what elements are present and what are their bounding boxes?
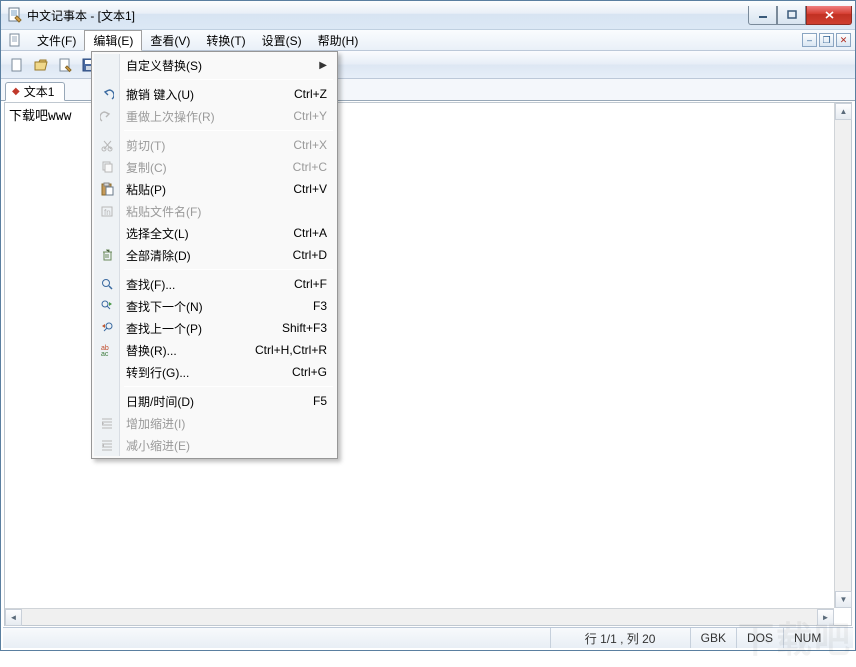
menu-copy: 复制(C) Ctrl+C [94, 156, 335, 178]
app-icon [7, 7, 23, 23]
status-encoding: GBK [690, 628, 736, 648]
mdi-restore[interactable]: ❐ [819, 33, 834, 47]
menubar: 文件(F) 编辑(E) 查看(V) 转换(T) 设置(S) 帮助(H) ‒ ❐ … [1, 30, 855, 51]
menu-indent: 增加缩进(I) [94, 412, 335, 434]
scroll-right-icon[interactable]: ► [817, 609, 834, 626]
svg-text:fn: fn [104, 208, 111, 217]
menu-separator [124, 130, 333, 131]
close-button[interactable] [806, 6, 852, 25]
new-file-icon[interactable] [5, 54, 28, 76]
menu-find-next[interactable]: 查找下一个(N) F3 [94, 295, 335, 317]
menu-select-all[interactable]: 选择全文(L) Ctrl+A [94, 222, 335, 244]
menu-paste[interactable]: 粘贴(P) Ctrl+V [94, 178, 335, 200]
menu-clear-all[interactable]: 全部清除(D) Ctrl+D [94, 244, 335, 266]
tab-label: 文本1 [24, 83, 55, 100]
menu-separator [124, 79, 333, 80]
find-prev-icon [98, 319, 116, 337]
menu-outdent: 减小缩进(E) [94, 434, 335, 456]
menu-file[interactable]: 文件(F) [29, 30, 84, 50]
window-title: 中文记事本 - [文本1] [27, 7, 748, 24]
find-icon [98, 275, 116, 293]
menu-settings[interactable]: 设置(S) [254, 30, 310, 50]
menu-replace[interactable]: abac 替换(R)... Ctrl+H,Ctrl+R [94, 339, 335, 361]
vertical-scrollbar[interactable]: ▲ ▼ [834, 103, 851, 608]
mdi-close[interactable]: ✕ [836, 33, 851, 47]
menu-convert[interactable]: 转换(T) [198, 30, 253, 50]
outdent-icon [98, 436, 116, 454]
status-numlock: NUM [783, 628, 853, 648]
submenu-arrow-icon: ▶ [319, 60, 327, 71]
scroll-up-icon[interactable]: ▲ [835, 103, 852, 120]
menu-datetime[interactable]: 日期/时间(D) F5 [94, 390, 335, 412]
menu-separator [124, 386, 333, 387]
menu-cut: 剪切(T) Ctrl+X [94, 134, 335, 156]
open-file-icon[interactable] [29, 54, 52, 76]
menu-custom-replace[interactable]: 自定义替换(S) ▶ [94, 54, 335, 76]
doc-icon [7, 32, 23, 48]
redo-icon [98, 107, 116, 125]
menu-help[interactable]: 帮助(H) [310, 30, 367, 50]
paste-filename-icon: fn [98, 202, 116, 220]
clear-icon [98, 246, 116, 264]
menu-find[interactable]: 查找(F)... Ctrl+F [94, 273, 335, 295]
replace-icon: abac [98, 341, 116, 359]
status-eol: DOS [736, 628, 783, 648]
open-recent-icon[interactable] [53, 54, 76, 76]
statusbar: 行 1/1 , 列 20 GBK DOS NUM [3, 627, 853, 648]
undo-icon [98, 85, 116, 103]
cut-icon [98, 136, 116, 154]
menu-goto[interactable]: 转到行(G)... Ctrl+G [94, 361, 335, 383]
titlebar: 中文记事本 - [文本1] [1, 1, 855, 30]
copy-icon [98, 158, 116, 176]
mdi-buttons: ‒ ❐ ✕ [802, 30, 855, 50]
modified-dot-icon: ◆ [12, 87, 20, 97]
mdi-minimize[interactable]: ‒ [802, 33, 817, 47]
status-position: 行 1/1 , 列 20 [550, 628, 690, 648]
find-next-icon [98, 297, 116, 315]
paste-icon [98, 180, 116, 198]
menu-view[interactable]: 查看(V) [142, 30, 198, 50]
scroll-down-icon[interactable]: ▼ [835, 591, 852, 608]
svg-text:ac: ac [101, 351, 109, 357]
minimize-button[interactable] [748, 6, 777, 25]
menu-paste-filename: fn 粘贴文件名(F) [94, 200, 335, 222]
indent-icon [98, 414, 116, 432]
document-tab[interactable]: ◆ 文本1 [5, 82, 65, 101]
menu-edit[interactable]: 编辑(E) [84, 30, 142, 51]
menu-find-prev[interactable]: 查找上一个(P) Shift+F3 [94, 317, 335, 339]
window-buttons [748, 6, 852, 25]
menu-redo: 重做上次操作(R) Ctrl+Y [94, 105, 335, 127]
menu-undo[interactable]: 撤销 键入(U) Ctrl+Z [94, 83, 335, 105]
maximize-button[interactable] [777, 6, 806, 25]
menu-separator [124, 269, 333, 270]
edit-menu-dropdown: 自定义替换(S) ▶ 撤销 键入(U) Ctrl+Z 重做上次操作(R) Ctr… [91, 51, 338, 459]
horizontal-scrollbar[interactable]: ◄ ► [5, 608, 834, 625]
app-window: 中文记事本 - [文本1] 文件(F) 编辑(E) 查看(V) 转换(T) 设置… [0, 0, 856, 651]
scroll-left-icon[interactable]: ◄ [5, 609, 22, 626]
